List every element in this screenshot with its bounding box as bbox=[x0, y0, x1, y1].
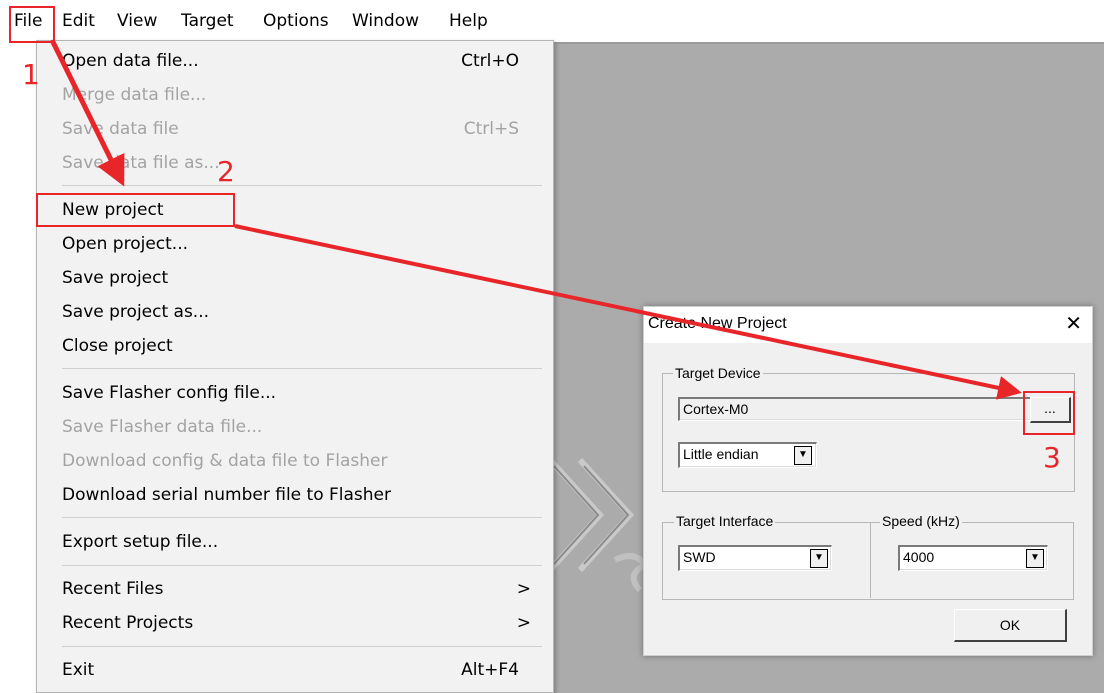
menu-item-close-project[interactable]: Close project bbox=[62, 331, 553, 361]
chevron-down-icon[interactable]: ▼ bbox=[1026, 549, 1044, 568]
menu-item-label: Merge data file... bbox=[62, 85, 207, 105]
chevron-right-icon: > bbox=[516, 579, 531, 599]
step-1-label: 1 bbox=[22, 58, 40, 91]
menu-item-label: Open project... bbox=[62, 234, 189, 254]
target-interface-select[interactable]: SWD bbox=[678, 545, 832, 571]
endian-value: Little endian bbox=[683, 446, 759, 462]
step-2-label: 2 bbox=[217, 155, 235, 188]
menu-item-label: Export setup file... bbox=[62, 532, 219, 552]
target-device-legend: Target Device bbox=[673, 364, 763, 382]
menu-item-label: Exit bbox=[62, 660, 95, 680]
menu-item-label: Save Flasher config file... bbox=[62, 383, 277, 403]
menu-item-label: Save data file bbox=[62, 119, 179, 139]
speed-legend: Speed (kHz) bbox=[880, 512, 962, 530]
menu-item-exit[interactable]: Exit Alt+F4 bbox=[62, 655, 553, 685]
create-new-project-dialog: Create New Project ✕ Target Device Corte… bbox=[643, 306, 1093, 656]
menu-separator bbox=[62, 368, 542, 369]
menu-target[interactable]: Target bbox=[181, 10, 234, 32]
chevron-down-icon[interactable]: ▼ bbox=[810, 549, 828, 568]
menu-item-label: Recent Files bbox=[62, 579, 164, 599]
highlight-file-menu bbox=[9, 6, 55, 43]
menu-separator bbox=[62, 646, 542, 647]
menu-item-save-flasher-config[interactable]: Save Flasher config file... bbox=[62, 378, 553, 408]
target-device-value: Cortex-M0 bbox=[683, 401, 749, 417]
menu-options[interactable]: Options bbox=[263, 10, 329, 32]
shortcut-label: Ctrl+O bbox=[461, 51, 519, 71]
menu-item-label: Download serial number file to Flasher bbox=[62, 485, 391, 505]
menu-item-label: Open data file... bbox=[62, 51, 199, 71]
step-3-label: 3 bbox=[1043, 441, 1061, 474]
menu-item-save-project-as[interactable]: Save project as... bbox=[62, 297, 553, 327]
group-divider bbox=[870, 522, 871, 598]
highlight-browse-button bbox=[1023, 391, 1075, 435]
menu-item-save-flasher-data: Save Flasher data file... bbox=[62, 412, 553, 442]
speed-value: 4000 bbox=[903, 549, 935, 565]
menu-edit[interactable]: Edit bbox=[62, 10, 95, 32]
menu-window[interactable]: Window bbox=[352, 10, 419, 32]
dialog-title: Create New Project bbox=[648, 315, 787, 332]
menu-item-merge-data-file: Merge data file... bbox=[62, 80, 553, 110]
menu-item-open-data-file[interactable]: Open data file... Ctrl+O bbox=[62, 46, 553, 76]
menu-item-label: Recent Projects bbox=[62, 613, 194, 633]
chevron-right-icon: > bbox=[516, 613, 531, 633]
menu-item-download-config-data: Download config & data file to Flasher bbox=[62, 446, 553, 476]
menu-item-download-serial[interactable]: Download serial number file to Flasher bbox=[62, 480, 553, 510]
ok-button-label: OK bbox=[999, 617, 1021, 633]
menu-separator bbox=[62, 565, 542, 566]
menu-item-label: Save data file as... bbox=[62, 153, 220, 173]
menu-item-recent-projects[interactable]: Recent Projects > bbox=[62, 608, 553, 638]
menu-view[interactable]: View bbox=[117, 10, 157, 32]
ok-button[interactable]: OK bbox=[954, 609, 1067, 642]
menu-item-save-data-file: Save data file Ctrl+S bbox=[62, 114, 553, 144]
menu-help[interactable]: Help bbox=[449, 10, 488, 32]
menu-item-label: Save project as... bbox=[62, 302, 210, 322]
target-device-field[interactable]: Cortex-M0 bbox=[678, 397, 1032, 421]
target-interface-legend: Target Interface bbox=[674, 512, 776, 530]
menu-item-recent-files[interactable]: Recent Files > bbox=[62, 574, 553, 604]
menu-separator bbox=[62, 185, 542, 186]
menu-item-open-project[interactable]: Open project... bbox=[62, 229, 553, 259]
menu-item-save-data-file-as: Save data file as... bbox=[62, 148, 553, 178]
file-menu-dropdown: Open data file... Ctrl+O Merge data file… bbox=[36, 40, 554, 693]
menu-item-label: Save project bbox=[62, 268, 169, 288]
chevron-down-icon[interactable]: ▼ bbox=[794, 446, 812, 465]
shortcut-label: Alt+F4 bbox=[461, 660, 519, 680]
dialog-titlebar[interactable]: Create New Project ✕ bbox=[644, 307, 1092, 343]
menu-item-label: Download config & data file to Flasher bbox=[62, 451, 388, 471]
target-interface-value: SWD bbox=[683, 549, 716, 565]
menu-item-label: Save Flasher data file... bbox=[62, 417, 263, 437]
menu-item-save-project[interactable]: Save project bbox=[62, 263, 553, 293]
menu-item-label: Close project bbox=[62, 336, 173, 356]
menu-bar: File Edit View Target Options Window Hel… bbox=[0, 0, 1104, 40]
highlight-new-project bbox=[36, 193, 235, 227]
close-icon[interactable]: ✕ bbox=[1065, 313, 1082, 335]
menu-item-export-setup[interactable]: Export setup file... bbox=[62, 527, 553, 557]
target-device-group: Target Device bbox=[662, 364, 1075, 492]
menu-separator bbox=[62, 517, 542, 518]
shortcut-label: Ctrl+S bbox=[463, 119, 519, 139]
